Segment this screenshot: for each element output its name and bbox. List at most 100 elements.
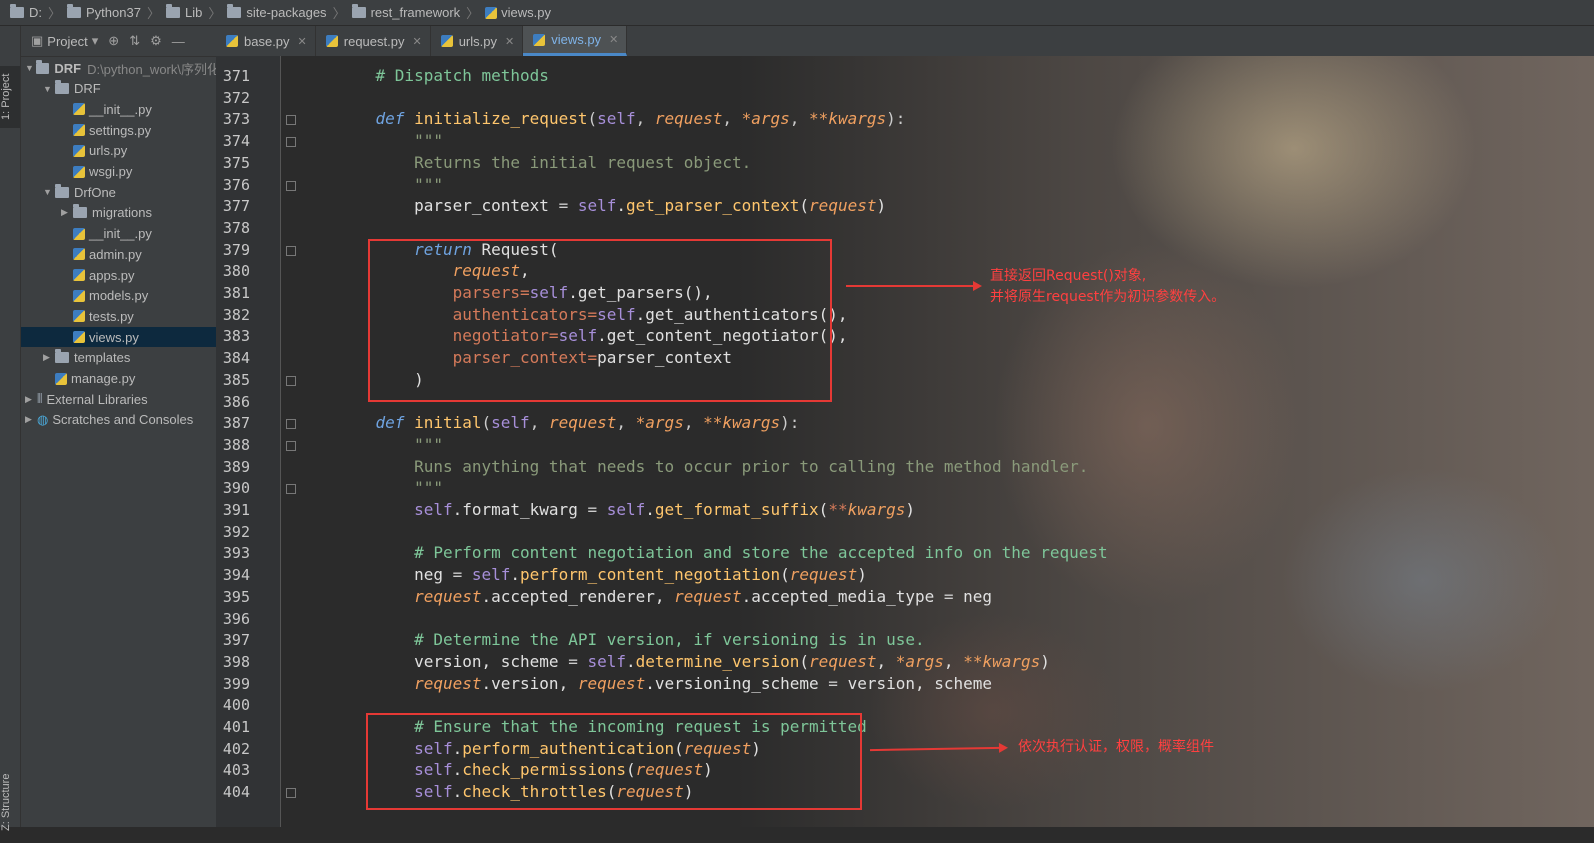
editor-tab[interactable]: base.py ✕ xyxy=(216,26,316,56)
code-editor[interactable]: 371 372 373 374 375 376 377 378 379 380 381 382 383 3… xyxy=(216,56,1594,827)
breadcrumb-item[interactable]: Lib 〉 xyxy=(165,3,227,22)
tree-item[interactable]: ▼ DrfOne xyxy=(21,182,216,202)
code-line: parser_context = self.get_parser_context… xyxy=(337,196,886,216)
editor-tab-label: views.py xyxy=(551,32,602,47)
editor-tab[interactable]: request.py ✕ xyxy=(316,26,431,56)
folder-icon xyxy=(36,59,50,74)
code-token: get_format_suffix xyxy=(654,500,819,519)
code-token: self xyxy=(597,109,636,129)
close-tab-icon[interactable]: ✕ xyxy=(412,35,421,48)
hide-icon[interactable]: — xyxy=(172,34,185,49)
tree-item[interactable]: urls.py xyxy=(21,141,216,161)
python-file-icon xyxy=(73,269,85,281)
fold-marker-icon[interactable] xyxy=(286,440,296,451)
structure-tool-window-button[interactable]: Z: Structure xyxy=(0,761,20,843)
code-token: Returns the initial request object. xyxy=(337,152,752,172)
tree-item[interactable]: ▼ DRF D:\python_work\序列化 xyxy=(21,58,216,78)
tree-item[interactable]: __init__.py xyxy=(21,99,216,119)
breadcrumb-item[interactable]: rest_framework 〉 xyxy=(351,3,486,22)
tree-item-label: settings.py xyxy=(89,122,152,138)
folder-icon xyxy=(73,204,87,219)
code-token: = xyxy=(558,196,569,216)
library-icon: ⫴ xyxy=(37,391,43,407)
fold-marker-icon[interactable] xyxy=(286,484,296,495)
code-token: request xyxy=(414,586,482,606)
line-number-gutter: 371 372 373 374 375 376 377 378 379 380 381 382 383 3… xyxy=(216,56,296,827)
code-token: neg xyxy=(337,565,453,585)
code-token: ): xyxy=(780,413,800,433)
tree-item[interactable]: settings.py xyxy=(21,120,216,140)
tree-item[interactable]: ▶ migrations xyxy=(21,203,216,223)
editor-tab[interactable]: views.py ✕ xyxy=(523,26,628,56)
code-token: . xyxy=(510,565,521,585)
tree-item[interactable]: manage.py xyxy=(21,369,216,389)
highlight-box-return-request xyxy=(368,239,832,402)
tree-item[interactable]: __init__.py xyxy=(21,224,216,244)
code-token: , xyxy=(529,413,549,433)
code-token: .accepted_renderer, xyxy=(481,586,675,606)
fold-marker-icon[interactable] xyxy=(286,788,296,799)
code-token: , xyxy=(722,109,742,129)
project-view-dropdown[interactable]: ▣ Project ▾ xyxy=(31,33,98,49)
tree-item-label: admin.py xyxy=(89,246,142,262)
project-tool-window-button[interactable]: 1: Project xyxy=(0,66,20,128)
code-token: self xyxy=(587,651,626,671)
tree-item-label: DRF xyxy=(54,60,82,76)
editor-tab[interactable]: urls.py ✕ xyxy=(431,26,524,56)
code-line: # Perform content negotiation and store … xyxy=(337,543,1108,563)
tree-item[interactable]: ▶ templates xyxy=(21,348,216,368)
breadcrumb-item[interactable]: views.py xyxy=(485,5,551,20)
code-token: *args xyxy=(895,651,944,671)
code-token: = xyxy=(587,500,598,519)
fold-marker-icon[interactable] xyxy=(286,245,296,256)
tree-item[interactable]: tests.py xyxy=(21,306,216,326)
fold-marker-icon[interactable] xyxy=(286,375,296,386)
line-number: 376 xyxy=(222,175,250,194)
code-token: , xyxy=(943,651,964,671)
fold-marker-icon[interactable] xyxy=(286,137,296,148)
tree-item-path: D:\python_work\序列化 xyxy=(87,61,216,77)
close-tab-icon[interactable]: ✕ xyxy=(298,35,307,48)
folder-icon xyxy=(55,80,69,95)
tree-item[interactable]: ▼ DRF xyxy=(21,79,216,99)
code-token: initial xyxy=(414,413,482,433)
tree-item[interactable]: wsgi.py xyxy=(21,162,216,182)
code-token: *args xyxy=(741,109,790,129)
fold-marker-icon[interactable] xyxy=(286,419,296,430)
tree-item-label: DRF xyxy=(74,81,101,97)
tree-item[interactable]: admin.py xyxy=(21,244,216,264)
tree-item[interactable]: views.py xyxy=(21,327,216,348)
line-number: 386 xyxy=(222,392,250,411)
tree-item[interactable]: ▶ ⫴ External Libraries xyxy=(21,389,216,409)
fold-marker-icon[interactable] xyxy=(286,115,296,126)
code-token: """ xyxy=(337,434,443,454)
collapse-all-icon[interactable]: ⇅ xyxy=(129,33,140,49)
breadcrumb-item[interactable]: D: 〉 xyxy=(10,3,67,22)
tree-item-label: External Libraries xyxy=(46,391,148,407)
code-line: # Dispatch methods xyxy=(337,66,549,86)
code-token: request xyxy=(674,586,742,606)
breadcrumb-label: Lib xyxy=(184,5,203,20)
code-token: """ xyxy=(337,174,443,194)
line-number: 381 xyxy=(222,284,250,302)
gear-icon[interactable]: ⚙ xyxy=(150,33,162,49)
tree-item[interactable]: ▶ ◍ Scratches and Consoles xyxy=(21,410,216,430)
code-token: ( xyxy=(799,651,810,671)
fold-marker-icon[interactable] xyxy=(286,180,296,191)
code-token: self xyxy=(414,500,453,519)
tree-item[interactable]: models.py xyxy=(21,286,216,306)
editor-background-image xyxy=(736,56,1594,827)
code-token: = xyxy=(452,565,463,585)
close-tab-icon[interactable]: ✕ xyxy=(609,33,618,46)
code-line: """ xyxy=(337,131,443,151)
code-token: .accepted_media_type xyxy=(741,586,944,606)
close-tab-icon[interactable]: ✕ xyxy=(505,35,514,48)
line-number: 377 xyxy=(222,197,250,216)
breadcrumb-item[interactable]: site-packages 〉 xyxy=(227,3,351,22)
code-token: request xyxy=(577,673,646,693)
locate-icon[interactable]: ⊕ xyxy=(108,33,119,49)
tree-item[interactable]: apps.py xyxy=(21,265,216,285)
breadcrumb-item[interactable]: Python37 〉 xyxy=(67,3,166,22)
